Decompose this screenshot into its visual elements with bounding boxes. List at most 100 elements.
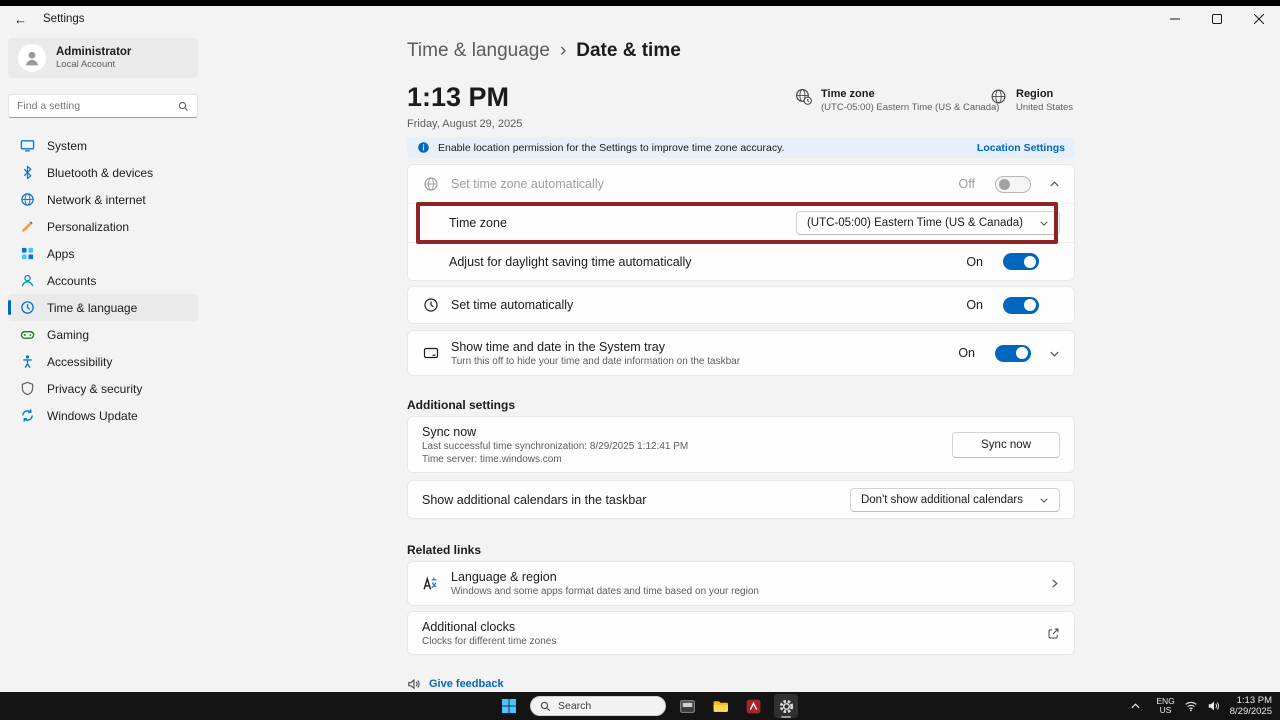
language-region-label: Language & region (451, 570, 1031, 584)
search-icon (178, 101, 189, 112)
give-feedback-link[interactable]: Give feedback (429, 678, 504, 690)
sidebar-item-apps[interactable]: Apps (8, 240, 198, 267)
additional-clocks-card[interactable]: Additional clocks Clocks for different t… (407, 611, 1075, 655)
sync-now-button[interactable]: Sync now (952, 432, 1060, 458)
sidebar-nav: System Bluetooth & devices Network & int… (8, 132, 198, 429)
sync-label: Sync now (422, 425, 940, 439)
set-time-auto-label: Set time automatically (451, 298, 954, 312)
timezone-auto-icon (422, 176, 439, 192)
settings-search (8, 94, 198, 118)
sync-server: Time server: time.windows.com (422, 454, 940, 465)
profile-account-type: Local Account (56, 59, 188, 70)
sidebar-item-label: Accounts (47, 274, 96, 288)
sidebar-item-label: Apps (47, 247, 74, 261)
tray-card: Show time and date in the System tray Tu… (407, 330, 1075, 376)
chevron-down-icon (1039, 495, 1049, 505)
settings-search-input[interactable] (17, 100, 178, 112)
accounts-person-icon (20, 273, 35, 288)
restore-icon (1212, 14, 1222, 24)
calendars-dropdown-value: Don't show additional calendars (861, 494, 1023, 506)
language-region-card[interactable]: Language & region Windows and some apps … (407, 561, 1075, 606)
set-time-auto-card: Set time automatically On (407, 286, 1075, 324)
tray-label: Show time and date in the System tray (451, 340, 946, 354)
taskbar-clock-icon (422, 345, 439, 361)
restore-button[interactable] (1196, 6, 1238, 32)
chevron-up-icon[interactable] (1049, 179, 1060, 190)
calendars-row: Show additional calendars in the taskbar… (408, 481, 1074, 518)
set-timezone-auto-label: Set time zone automatically (451, 177, 947, 191)
start-button[interactable] (497, 694, 521, 718)
dst-toggle[interactable] (1003, 253, 1039, 270)
region-widget-label: Region (1016, 88, 1073, 100)
close-button[interactable] (1238, 6, 1280, 32)
timezone-row-label: Time zone (422, 216, 784, 230)
dst-state: On (966, 255, 983, 269)
location-settings-link[interactable]: Location Settings (977, 142, 1065, 154)
set-time-auto-row: Set time automatically On (408, 287, 1074, 323)
related-links-title: Related links (407, 543, 481, 557)
sidebar-item-bluetooth-devices[interactable]: Bluetooth & devices (8, 159, 198, 186)
chevron-down-icon[interactable] (1049, 348, 1060, 359)
minimize-button[interactable] (1154, 6, 1196, 32)
feedback-icon (407, 677, 421, 691)
tray-state: On (958, 346, 975, 360)
taskbar-search[interactable]: Search (530, 696, 666, 716)
additional-clocks-description: Clocks for different time zones (422, 636, 1029, 647)
sidebar-item-label: Privacy & security (47, 382, 142, 396)
location-permission-banner: Enable location permission for the Setti… (407, 137, 1075, 158)
additional-clocks-row: Additional clocks Clocks for different t… (408, 612, 1074, 654)
sidebar-item-privacy-security[interactable]: Privacy & security (8, 375, 198, 402)
user-profile[interactable]: Administrator Local Account (8, 38, 198, 78)
taskbar-clock[interactable]: 1:13 PM 8/29/2025 (1230, 695, 1272, 717)
set-time-auto-state: On (966, 298, 983, 312)
sidebar-item-system[interactable]: System (8, 132, 198, 159)
tray-toggle[interactable] (995, 345, 1031, 362)
set-time-auto-toggle[interactable] (1003, 297, 1039, 314)
windows-logo-icon (501, 698, 517, 714)
set-timezone-auto-state: Off (959, 177, 975, 191)
set-timezone-auto-toggle[interactable] (995, 176, 1031, 193)
clock-language-icon (20, 300, 35, 315)
region-widget: Region United States (990, 88, 1073, 113)
sidebar-item-label: System (47, 139, 87, 153)
feedback-area: Give feedback (407, 677, 504, 691)
taskbar-search-label: Search (558, 700, 591, 712)
taskbar-app-1[interactable] (675, 694, 699, 718)
language-indicator[interactable]: ENG US (1156, 697, 1174, 715)
person-icon (23, 49, 41, 67)
timezone-settings-card: Set time zone automatically Off Time zon… (407, 164, 1075, 281)
sidebar-item-label: Time & language (47, 301, 137, 315)
dst-row: Adjust for daylight saving time automati… (408, 242, 1074, 280)
timezone-dropdown[interactable]: (UTC-05:00) Eastern Time (US & Canada) (796, 211, 1060, 235)
breadcrumb-parent[interactable]: Time & language (407, 40, 550, 62)
sidebar-item-windows-update[interactable]: Windows Update (8, 402, 198, 429)
sidebar-item-time-language[interactable]: Time & language (8, 294, 198, 321)
sidebar-item-network-internet[interactable]: Network & internet (8, 186, 198, 213)
bluetooth-icon (20, 165, 35, 180)
sync-last: Last successful time synchronization: 8/… (422, 441, 940, 452)
red-app-icon (745, 698, 762, 715)
main-content: Time & language › Date & time 1:13 PM Fr… (407, 32, 1075, 692)
sidebar-item-accounts[interactable]: Accounts (8, 267, 198, 294)
info-icon (417, 141, 430, 154)
sidebar-item-accessibility[interactable]: Accessibility (8, 348, 198, 375)
calendars-dropdown[interactable]: Don't show additional calendars (850, 488, 1060, 512)
timezone-dropdown-value: (UTC-05:00) Eastern Time (US & Canada) (807, 217, 1023, 229)
sidebar-item-personalization[interactable]: Personalization (8, 213, 198, 240)
language-region-description: Windows and some apps format dates and t… (451, 586, 1031, 597)
network-tray-button[interactable] (1184, 699, 1198, 713)
page-title: Date & time (576, 40, 681, 62)
external-link-icon (1047, 627, 1060, 640)
update-arrows-icon (20, 408, 35, 423)
back-button[interactable]: ← (14, 12, 27, 27)
settings-taskbar-button[interactable] (774, 694, 798, 718)
language-region-icon (422, 575, 439, 592)
tray-chevron-up[interactable] (1123, 694, 1147, 718)
taskbar-date: 8/29/2025 (1230, 706, 1272, 717)
file-explorer-button[interactable] (708, 694, 732, 718)
taskbar: Search (0, 692, 1280, 720)
taskbar-app-2[interactable] (741, 694, 765, 718)
tray-row: Show time and date in the System tray Tu… (408, 331, 1074, 375)
sidebar-item-gaming[interactable]: Gaming (8, 321, 198, 348)
volume-tray-button[interactable] (1207, 699, 1221, 713)
